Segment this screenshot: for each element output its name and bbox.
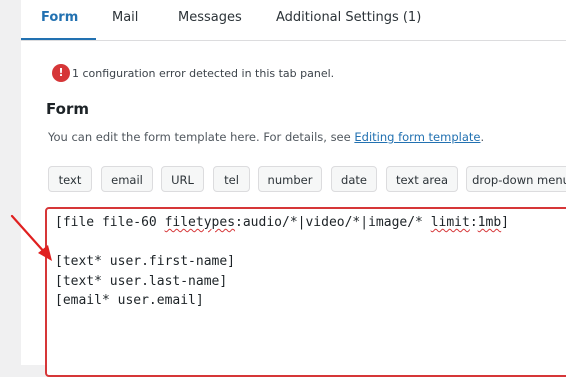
code-line: [email* user.email] xyxy=(55,293,204,308)
tag-button-date[interactable]: date xyxy=(331,166,377,192)
config-error-text: 1 configuration error detected in this t… xyxy=(72,66,335,80)
help-text: You can edit the form template here. For… xyxy=(48,130,484,144)
tag-button-text[interactable]: text xyxy=(48,166,92,192)
tag-button-textarea[interactable]: text area xyxy=(386,166,458,192)
editing-form-template-link[interactable]: Editing form template xyxy=(354,130,480,144)
help-text-body: You can edit the form template here. For… xyxy=(48,130,355,144)
tag-button-tel[interactable]: tel xyxy=(213,166,250,192)
code-fragment: : xyxy=(469,215,478,230)
spellcheck-error: 1mb xyxy=(477,215,502,230)
code-line: [text* user.last-name] xyxy=(55,273,228,289)
section-title: Form xyxy=(46,100,89,118)
tab-bar: Form Mail Messages Additional Settings (… xyxy=(20,0,566,41)
tab-additional-settings[interactable]: Additional Settings (1) xyxy=(276,0,421,39)
tab-form[interactable]: Form xyxy=(20,0,97,40)
tag-button-number[interactable]: number xyxy=(258,166,322,192)
tag-button-url[interactable]: URL xyxy=(161,166,204,192)
error-icon: ! xyxy=(52,64,70,82)
contact-form-editor-panel: Form Mail Messages Additional Settings (… xyxy=(20,0,566,377)
annotation-arrow-icon xyxy=(10,214,52,261)
config-error-notice: ! 1 configuration error detected in this… xyxy=(52,64,334,82)
form-template-code: [file file-60 filetypes:audio/*|video/*|… xyxy=(55,213,509,311)
code-fragment: :audio/*|video/*|image/* xyxy=(235,215,431,230)
form-template-editor[interactable]: [file file-60 filetypes:audio/*|video/*|… xyxy=(45,207,566,377)
tag-button-dropdown[interactable]: drop-down menu xyxy=(466,166,566,192)
help-text-suffix: . xyxy=(480,130,485,144)
tab-mail[interactable]: Mail xyxy=(112,0,138,39)
tag-button-email[interactable]: email xyxy=(101,166,153,192)
code-fragment: ] xyxy=(501,215,509,230)
spellcheck-error: filetypes xyxy=(164,215,236,230)
code-line: [text* user.first-name] xyxy=(55,254,236,269)
tab-messages[interactable]: Messages xyxy=(178,0,242,39)
code-fragment: [file file-60 xyxy=(55,215,165,230)
spellcheck-error: limit xyxy=(430,215,470,230)
